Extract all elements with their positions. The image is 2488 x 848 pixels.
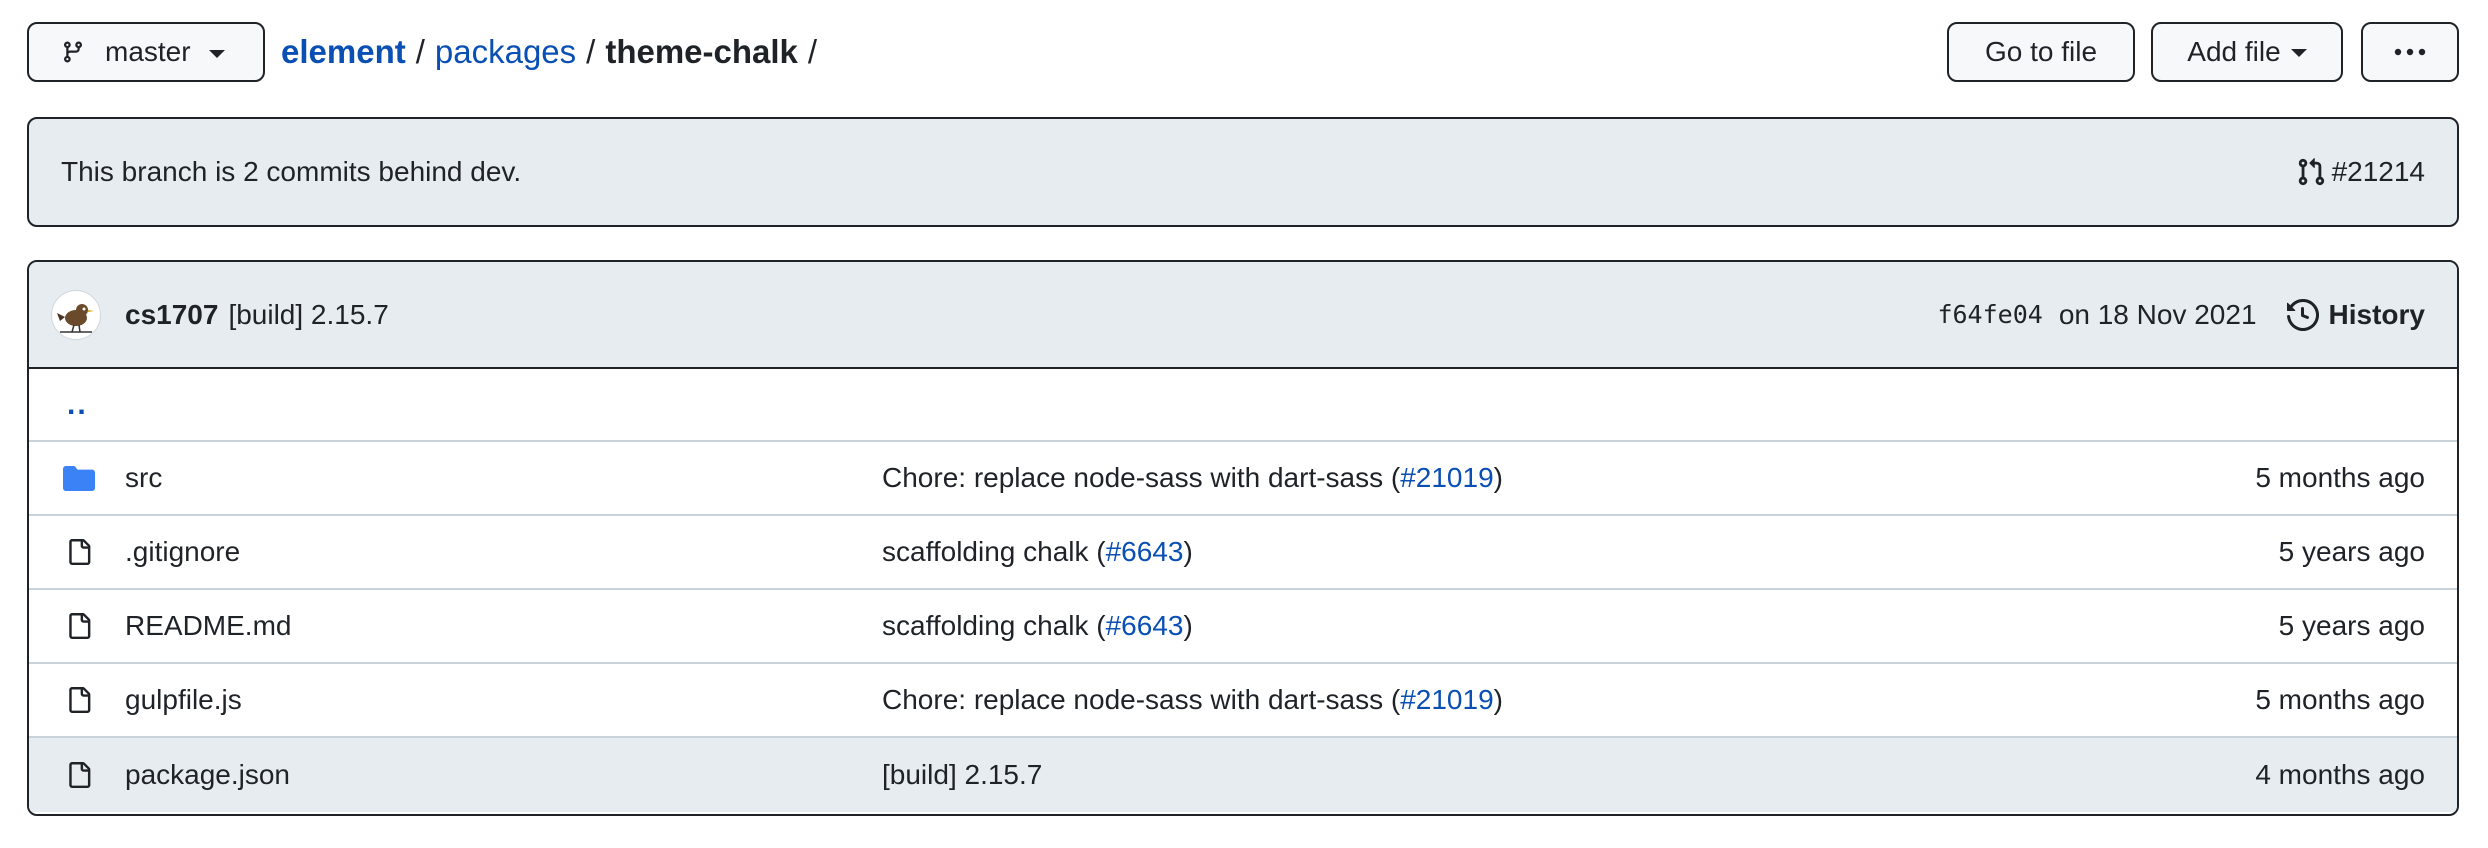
parent-directory-row[interactable]: .. — [29, 369, 2457, 442]
file-name-link[interactable]: package.json — [125, 759, 290, 791]
branch-status-banner: This branch is 2 commits behind dev. #21… — [27, 117, 2459, 227]
more-options-button[interactable] — [2361, 22, 2459, 82]
file-row[interactable]: README.md scaffolding chalk (#6643) 5 ye… — [29, 590, 2457, 664]
breadcrumb-separator: / — [586, 33, 596, 70]
git-pull-request-icon — [2296, 157, 2332, 187]
breadcrumb-separator: / — [415, 33, 425, 70]
history-label: History — [2328, 298, 2425, 330]
commit-message-text: ) — [1183, 536, 1193, 567]
file-icon — [62, 536, 92, 568]
history-link[interactable]: History — [2286, 298, 2425, 331]
file-row[interactable]: gulpfile.js Chore: replace node-sass wit… — [29, 664, 2457, 738]
parent-directory-link[interactable]: .. — [67, 388, 88, 422]
commit-message-text: ) — [1183, 610, 1193, 641]
pull-request-link[interactable]: #21214 — [2296, 156, 2425, 188]
commit-message-text: scaffolding chalk ( — [882, 536, 1106, 567]
file-commit-message[interactable]: Chore: replace node-sass with dart-sass … — [882, 684, 1503, 716]
commit-pr-link[interactable]: #21019 — [1400, 684, 1493, 715]
file-icon — [62, 684, 92, 716]
file-age: 5 years ago — [2278, 610, 2425, 641]
file-name-link[interactable]: src — [125, 462, 162, 494]
latest-commit-bar: cs1707 [build] 2.15.7 f64fe04 on 18 Nov … — [29, 262, 2457, 369]
branch-name: master — [105, 36, 191, 67]
file-age: 5 months ago — [2255, 684, 2425, 715]
breadcrumb: element / packages / theme-chalk / — [281, 22, 827, 82]
kebab-horizontal-icon — [2393, 47, 2427, 57]
breadcrumb-dir-link[interactable]: packages — [435, 33, 576, 71]
add-file-label: Add file — [2187, 36, 2281, 67]
file-row[interactable]: src Chore: replace node-sass with dart-s… — [29, 442, 2457, 516]
commit-sha[interactable]: f64fe04 — [1937, 300, 2042, 329]
breadcrumb-current: theme-chalk — [605, 33, 798, 70]
history-icon — [2286, 298, 2329, 331]
file-commit-message[interactable]: scaffolding chalk (#6643) — [882, 610, 1193, 642]
go-to-file-button[interactable]: Go to file — [1947, 22, 2135, 82]
chevron-down-icon — [2290, 49, 2307, 57]
commit-message-text: ) — [1493, 684, 1503, 715]
commit-message-text: Chore: replace node-sass with dart-sass … — [882, 684, 1401, 715]
commit-pr-link[interactable]: #6643 — [1106, 536, 1184, 567]
git-branch-icon — [61, 38, 85, 66]
file-age: 5 years ago — [2278, 536, 2425, 567]
commit-date: on 18 Nov 2021 — [2058, 298, 2257, 330]
commit-message-text: scaffolding chalk ( — [882, 610, 1106, 641]
file-row[interactable]: .gitignore scaffolding chalk (#6643) 5 y… — [29, 516, 2457, 590]
file-name-link[interactable]: .gitignore — [125, 536, 240, 568]
pull-request-number: #21214 — [2331, 156, 2425, 187]
commit-message[interactable]: [build] 2.15.7 — [228, 299, 388, 331]
file-name-link[interactable]: gulpfile.js — [125, 684, 242, 716]
file-commit-message[interactable]: scaffolding chalk (#6643) — [882, 536, 1193, 568]
commit-author[interactable]: cs1707 — [125, 299, 218, 331]
commit-message-text: Chore: replace node-sass with dart-sass … — [882, 462, 1401, 493]
file-commit-message[interactable]: Chore: replace node-sass with dart-sass … — [882, 462, 1503, 494]
repo-toolbar: master element / packages / theme-chalk … — [27, 22, 2459, 86]
folder-icon — [62, 464, 96, 492]
file-browser: cs1707 [build] 2.15.7 f64fe04 on 18 Nov … — [27, 260, 2459, 816]
commit-meta: f64fe04 on 18 Nov 2021 History — [1937, 262, 2425, 367]
go-to-file-label: Go to file — [1984, 36, 2098, 67]
file-age: 4 months ago — [2255, 759, 2425, 790]
branch-status-text: This branch is 2 commits behind dev. — [61, 156, 522, 187]
commit-message-text: [build] 2.15.7 — [882, 759, 1043, 790]
file-name-link[interactable]: README.md — [125, 610, 291, 642]
file-icon — [62, 610, 92, 642]
file-commit-message[interactable]: [build] 2.15.7 — [882, 759, 1042, 791]
chevron-down-icon — [208, 50, 225, 58]
breadcrumb-repo-link[interactable]: element — [281, 33, 406, 71]
breadcrumb-separator: / — [807, 33, 818, 70]
commit-pr-link[interactable]: #21019 — [1400, 462, 1493, 493]
bird-avatar-icon — [57, 303, 94, 333]
avatar[interactable] — [51, 289, 101, 340]
file-age: 5 months ago — [2255, 462, 2425, 493]
file-row[interactable]: package.json [build] 2.15.7 4 months ago — [29, 738, 2457, 812]
file-icon — [62, 759, 92, 791]
branch-select-button[interactable]: master — [27, 22, 265, 82]
commit-pr-link[interactable]: #6643 — [1106, 610, 1184, 641]
add-file-button[interactable]: Add file — [2151, 22, 2343, 82]
commit-message-text: ) — [1493, 462, 1503, 493]
